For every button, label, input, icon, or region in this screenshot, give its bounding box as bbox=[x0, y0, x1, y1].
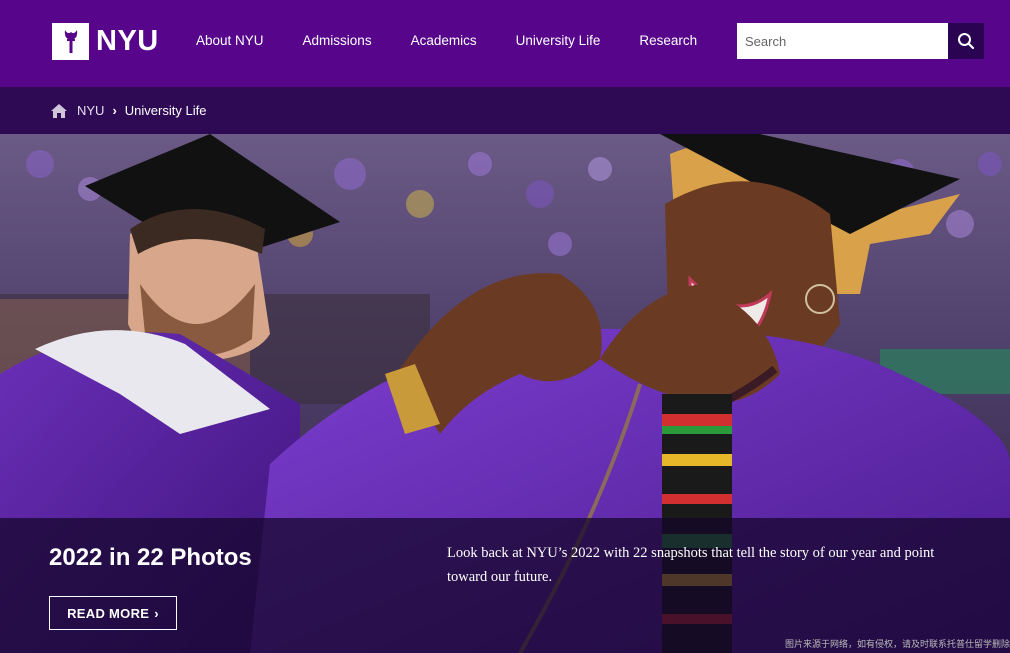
nav-research[interactable]: Research bbox=[639, 33, 697, 48]
main-nav: About NYU Admissions Academics Universit… bbox=[196, 33, 736, 48]
nav-about[interactable]: About NYU bbox=[196, 33, 264, 48]
chevron-right-icon: › bbox=[112, 103, 117, 118]
read-more-button[interactable]: READ MORE › bbox=[49, 596, 177, 630]
home-icon[interactable] bbox=[51, 103, 67, 118]
chevron-right-icon: › bbox=[154, 605, 159, 621]
logo-wordmark: NYU bbox=[96, 25, 159, 57]
image-watermark: 图片来源于网络，如有侵权，请及时联系托普仕留学删除 bbox=[784, 640, 1010, 650]
site-header: NYU About NYU Admissions Academics Unive… bbox=[0, 0, 1010, 87]
nav-admissions[interactable]: Admissions bbox=[303, 33, 372, 48]
search-icon bbox=[958, 33, 975, 50]
breadcrumb: NYU › University Life bbox=[0, 87, 1010, 134]
breadcrumb-current: University Life bbox=[124, 103, 207, 118]
torch-logo-icon bbox=[52, 23, 89, 60]
search-button[interactable] bbox=[948, 23, 984, 59]
hero-title[interactable]: 2022 in 22 Photos bbox=[49, 544, 252, 572]
read-more-label: READ MORE bbox=[67, 605, 150, 621]
search-box bbox=[737, 23, 984, 59]
hero-banner: 2022 in 22 Photos READ MORE › Look back … bbox=[0, 134, 1010, 653]
nav-academics[interactable]: Academics bbox=[411, 33, 477, 48]
nav-university-life[interactable]: University Life bbox=[516, 33, 601, 48]
search-input[interactable] bbox=[737, 23, 948, 59]
hero-description: Look back at NYU’s 2022 with 22 snapshot… bbox=[447, 545, 935, 585]
breadcrumb-nyu[interactable]: NYU bbox=[77, 103, 104, 118]
nyu-logo[interactable]: NYU bbox=[52, 23, 159, 60]
